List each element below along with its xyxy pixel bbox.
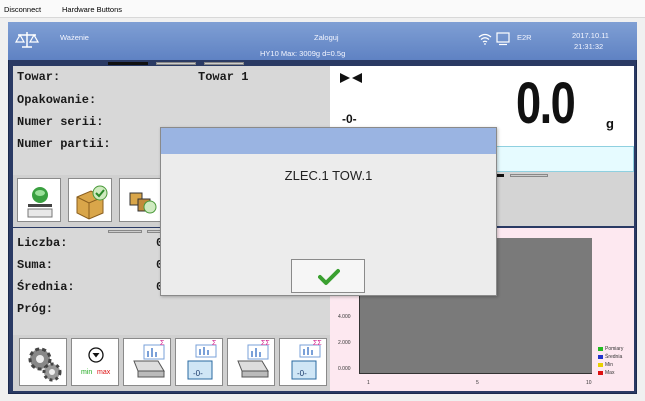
sigma-label: Σ (212, 340, 217, 347)
e2r-label: E2R (517, 33, 532, 42)
legend-label: Max (605, 370, 615, 376)
legend-label: Min (605, 362, 614, 368)
message-dialog: ZLEC.1 TOW.1 (160, 127, 497, 296)
x-axis (359, 373, 592, 374)
product-select-button[interactable] (68, 178, 112, 222)
scale-info: HY10 Max: 3009g d=0.5g (260, 49, 346, 58)
menu-disconnect[interactable]: Disconnect (4, 5, 41, 14)
dialog-message: ZLEC.1 TOW.1 (284, 168, 373, 183)
mode-label: Ważenie (60, 33, 89, 42)
page-indicator (156, 62, 196, 65)
package-check-icon (76, 185, 108, 220)
scale-icon[interactable] (15, 30, 39, 50)
x-tick-label: 5 (476, 380, 479, 386)
statistics-toolbar: min max Σ Σ -0- ΣΣ ΣΣ -0- (13, 335, 330, 391)
weight-value: 0.0 (516, 71, 576, 136)
legend-min: Min (598, 362, 613, 368)
suma-label: Suma: (17, 258, 54, 272)
y-tick-label: 4.000 (338, 314, 351, 320)
legend-pomiary: Pomiary (598, 346, 623, 352)
zero-label: -0- (297, 369, 307, 378)
display-icon (496, 32, 510, 46)
tare-icon (27, 187, 53, 218)
zero-sigma-button[interactable]: Σ -0- (175, 338, 223, 386)
opakowanie-label: Opakowanie: (17, 93, 97, 107)
x-tick-label: 1 (367, 380, 370, 386)
legend-max: Max (598, 370, 614, 376)
gears-icon (28, 347, 62, 382)
towar-value[interactable]: Towar 1 (198, 70, 248, 84)
liczba-label: Liczba: (17, 236, 68, 250)
dialog-header (161, 128, 496, 154)
page-indicator (108, 230, 142, 233)
zero-total-button[interactable]: ΣΣ -0- (279, 338, 327, 386)
srednia-label: Średnia: (17, 280, 75, 294)
sigma-total-label: ΣΣ (313, 340, 322, 347)
numer-serii-label: Numer serii: (17, 115, 104, 129)
ok-button[interactable] (291, 259, 365, 293)
menu-bar: Disconnect Hardware Buttons (0, 0, 645, 18)
x-tick-label: 10 (586, 380, 592, 386)
date-label: 2017.10.11 (572, 31, 609, 40)
time-label: 21:31:32 (574, 42, 604, 51)
numer-partii-label: Numer partii: (17, 137, 111, 151)
y-tick-label: 0.000 (338, 366, 351, 372)
min-label: min (81, 369, 93, 376)
zero-sigma-icon (187, 344, 217, 380)
page-indicator-active (108, 62, 148, 65)
settings-button[interactable] (19, 338, 67, 386)
stability-icon (340, 73, 362, 83)
zero-label: -0- (193, 369, 203, 378)
tare-button[interactable] (17, 178, 61, 222)
packaging-button[interactable] (119, 178, 163, 222)
prog-label: Próg: (17, 302, 54, 316)
wifi-icon (478, 33, 492, 45)
y-tick-label: 2.000 (338, 340, 351, 346)
weight-unit: g (606, 116, 614, 131)
max-label: max (97, 369, 111, 376)
legend-label: Średnia (605, 354, 623, 360)
towar-label: Towar: (17, 70, 61, 84)
print-button[interactable]: Σ (123, 338, 171, 386)
page-indicator (204, 62, 244, 65)
app-header: Ważenie Zaloguj HY10 Max: 3009g d=0.5g E… (8, 22, 637, 60)
login-link[interactable]: Zaloguj (314, 33, 339, 42)
legend-srednia: Średnia (598, 354, 622, 360)
chevron-down-icon (88, 347, 104, 363)
zero-indicator: -0- (342, 112, 357, 126)
checkmark-icon (318, 269, 340, 285)
packaging-icon (129, 192, 157, 214)
menu-hardware-buttons[interactable]: Hardware Buttons (62, 5, 122, 14)
minmax-button[interactable]: min max (71, 338, 119, 386)
legend-label: Pomiary (605, 346, 624, 352)
page-indicator (510, 174, 548, 177)
sigma-total-label: ΣΣ (261, 340, 270, 347)
print-sigma-icon (133, 344, 165, 378)
sigma-label: Σ (160, 340, 165, 347)
print-total-button[interactable]: ΣΣ (227, 338, 275, 386)
